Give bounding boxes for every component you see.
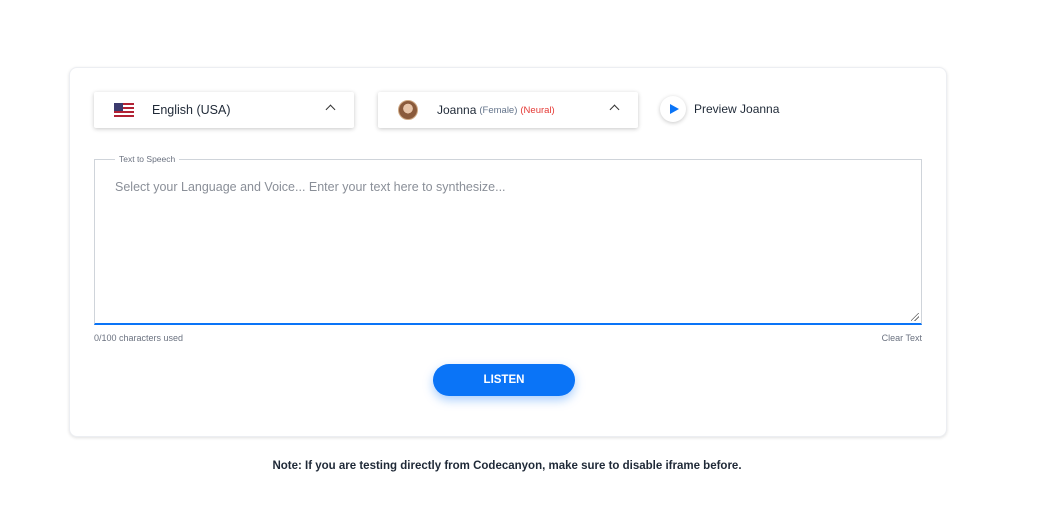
voice-name: Joanna (437, 103, 477, 117)
voice-engine: (Neural) (520, 104, 555, 116)
text-to-speech-legend: Text to Speech (115, 154, 180, 164)
tts-card: English (USA) Joanna (Female) (Neural) P… (69, 67, 947, 437)
voice-avatar (398, 100, 418, 120)
iframe-note: Note: If you are testing directly from C… (272, 460, 742, 472)
text-input-placeholder[interactable]: Select your Language and Voice... Enter … (115, 180, 506, 194)
language-select[interactable]: English (USA) (94, 92, 354, 128)
clear-text-link[interactable]: Clear Text (882, 333, 922, 343)
preview-voice-button[interactable]: Preview Joanna (660, 94, 779, 124)
play-icon[interactable] (660, 96, 686, 122)
voice-gender: (Female) (479, 104, 518, 116)
character-count: 0/100 characters used (94, 333, 184, 343)
language-label: English (USA) (152, 103, 231, 117)
resize-handle-icon[interactable] (911, 313, 919, 321)
listen-button[interactable]: LISTEN (433, 364, 575, 396)
voice-select[interactable]: Joanna (Female) (Neural) (378, 92, 638, 128)
us-flag-icon (114, 103, 134, 117)
text-to-speech-field[interactable]: Text to Speech Select your Language and … (94, 154, 922, 325)
chevron-up-icon (609, 104, 620, 115)
preview-label: Preview Joanna (694, 102, 780, 116)
chevron-up-icon (325, 104, 336, 115)
